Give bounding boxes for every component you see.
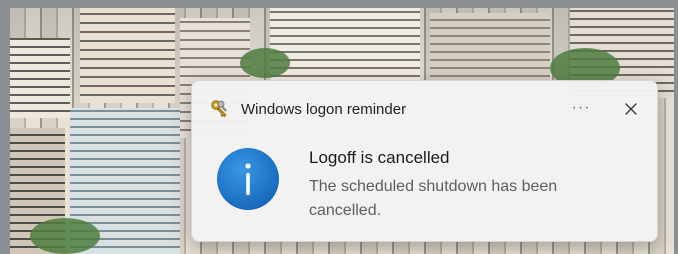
ellipsis-icon[interactable]: ··· — [567, 97, 595, 121]
toast-header: Windows logon reminder ··· — [210, 98, 639, 122]
keys-icon — [210, 99, 230, 119]
wallpaper-building — [80, 8, 175, 103]
notification-body: The scheduled shutdown has been cancelle… — [309, 178, 558, 219]
app-name: Windows logon reminder — [241, 101, 407, 118]
wallpaper-building — [270, 8, 420, 83]
wallpaper-tree — [240, 48, 290, 78]
wallpaper-building — [10, 38, 70, 118]
notification-title: Logoff is cancelled — [309, 148, 450, 167]
wallpaper-tree — [30, 218, 100, 254]
wallpaper-building — [430, 13, 550, 83]
close-icon[interactable] — [620, 98, 642, 120]
toast-notification[interactable]: Windows logon reminder ··· Logoff is can… — [191, 80, 658, 242]
info-icon — [216, 147, 280, 211]
